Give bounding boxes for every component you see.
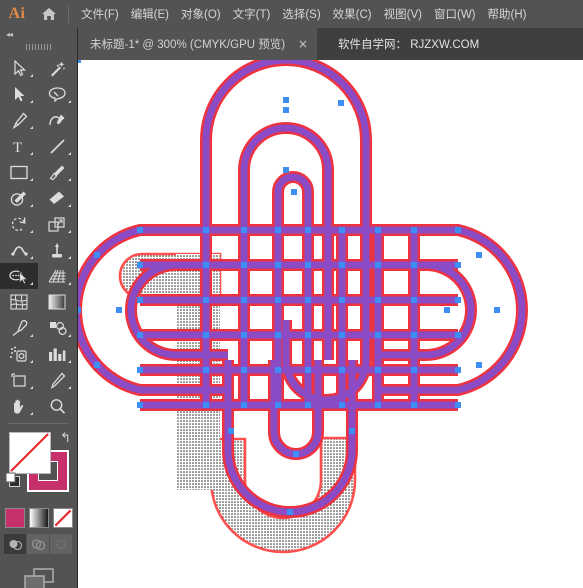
zoom-tool-icon[interactable] xyxy=(38,393,76,419)
default-fill-stroke-icon[interactable] xyxy=(5,472,21,493)
menu-divider xyxy=(68,5,69,23)
perspective-grid-tool-icon[interactable] xyxy=(38,263,76,289)
lasso-tool-icon[interactable] xyxy=(38,81,76,107)
menu-select[interactable]: 选择(S) xyxy=(276,0,326,28)
color-mode-none[interactable] xyxy=(52,508,73,528)
color-mode-gradient[interactable] xyxy=(28,508,49,528)
none-slash-small-icon xyxy=(53,509,72,527)
artboard-tool-icon[interactable] xyxy=(0,367,38,393)
eyedropper-tool-icon[interactable] xyxy=(0,315,38,341)
watermark-label: 软件自学网： RJZXW.COM xyxy=(338,39,480,51)
color-mode-row xyxy=(0,506,77,528)
home-icon[interactable] xyxy=(34,0,64,28)
eraser-tool-icon[interactable] xyxy=(38,185,76,211)
close-icon[interactable]: × xyxy=(297,37,309,51)
draw-behind-mode[interactable] xyxy=(27,534,50,554)
rotate-tool-icon[interactable] xyxy=(0,211,38,237)
mesh-tool-icon[interactable] xyxy=(0,289,38,315)
menu-help[interactable]: 帮助(H) xyxy=(482,0,533,28)
color-mode-color[interactable] xyxy=(4,508,25,528)
magic-wand-tool-icon[interactable] xyxy=(38,55,76,81)
free-transform-tool-icon[interactable] xyxy=(38,237,76,263)
svg-text:T: T xyxy=(13,140,22,155)
pen-tool-icon[interactable] xyxy=(0,107,38,133)
app-logo: Ai xyxy=(8,5,26,22)
document-tab-label: 未标题-1* @ 300% (CMYK/GPU 预览) xyxy=(90,39,286,51)
gradient-tool-icon[interactable] xyxy=(38,289,76,315)
knot-paths-group xyxy=(78,60,528,554)
draw-inside-mode[interactable] xyxy=(50,534,73,554)
curvature-tool-icon[interactable] xyxy=(38,107,76,133)
type-tool-icon[interactable]: T xyxy=(0,133,38,159)
selection-tool-icon[interactable] xyxy=(0,55,38,81)
collapse-panel-icon[interactable]: ◂◂ xyxy=(0,28,77,41)
fill-swatch[interactable] xyxy=(9,432,51,474)
shaper-tool-icon[interactable] xyxy=(0,185,38,211)
scale-tool-icon[interactable] xyxy=(38,211,76,237)
celtic-knot-artwork[interactable] xyxy=(78,60,583,588)
fill-stroke-widget: ↰ xyxy=(0,428,77,506)
menu-edit[interactable]: 编辑(E) xyxy=(125,0,175,28)
swap-fill-stroke-icon[interactable]: ↰ xyxy=(60,430,71,446)
menu-view[interactable]: 视图(V) xyxy=(378,0,428,28)
menu-effect[interactable]: 效果(C) xyxy=(327,0,378,28)
menu-file[interactable]: 文件(F) xyxy=(75,0,125,28)
menu-object[interactable]: 对象(O) xyxy=(175,0,227,28)
toolbar-divider xyxy=(8,423,69,424)
paintbrush-tool-icon[interactable] xyxy=(38,159,76,185)
line-segment-tool-icon[interactable] xyxy=(38,133,76,159)
illustrator-window: Ai 文件(F) 编辑(E) 对象(O) 文字(T) 选择(S) 效果(C) 视… xyxy=(0,0,583,588)
menu-type[interactable]: 文字(T) xyxy=(227,0,277,28)
direct-selection-tool-icon[interactable] xyxy=(0,81,38,107)
document-tab-bar: 未标题-1* @ 300% (CMYK/GPU 预览) × 软件自学网： RJZ… xyxy=(0,28,583,60)
tool-grid: T xyxy=(0,53,77,419)
slice-tool-icon[interactable] xyxy=(38,367,76,393)
symbol-sprayer-tool-icon[interactable] xyxy=(0,341,38,367)
draw-normal-mode[interactable] xyxy=(4,534,27,554)
artboard-canvas[interactable] xyxy=(78,60,583,588)
menu-bar: Ai 文件(F) 编辑(E) 对象(O) 文字(T) 选择(S) 效果(C) 视… xyxy=(0,0,583,28)
blend-tool-icon[interactable] xyxy=(38,315,76,341)
shape-builder-tool-icon[interactable] xyxy=(0,263,38,289)
tools-panel: ◂◂ T ↰ xyxy=(0,28,78,588)
none-slash-icon xyxy=(10,433,49,472)
width-tool-icon[interactable] xyxy=(0,237,38,263)
document-tab[interactable]: 未标题-1* @ 300% (CMYK/GPU 预览) × xyxy=(78,28,318,60)
rectangle-tool-icon[interactable] xyxy=(0,159,38,185)
draw-mode-row xyxy=(0,534,77,554)
hand-tool-icon[interactable] xyxy=(0,393,38,419)
column-graph-tool-icon[interactable] xyxy=(38,341,76,367)
panel-grip[interactable] xyxy=(0,41,77,53)
screen-mode-icon[interactable] xyxy=(0,566,77,588)
menu-window[interactable]: 窗口(W) xyxy=(428,0,482,28)
